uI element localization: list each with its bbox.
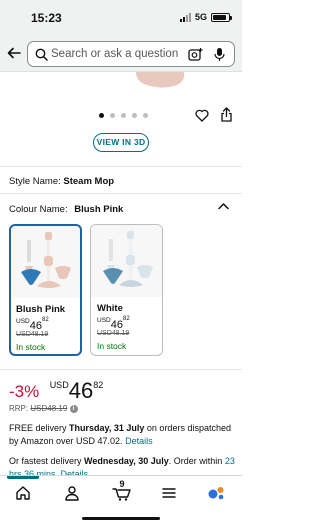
share-icon[interactable] (220, 107, 233, 122)
free-delivery-details-link[interactable]: Details (125, 436, 153, 446)
view-in-3d-button[interactable]: VIEW IN 3D (93, 133, 149, 152)
search-input[interactable]: Search or ask a question (27, 41, 235, 67)
fastest-delivery-date: Wednesday, 30 July (84, 456, 169, 466)
search-icon (35, 48, 48, 61)
swatch-name: Blush Pink (16, 304, 66, 315)
cart-icon[interactable] (112, 485, 132, 501)
style-name-row: Style Name: Steam Mop (9, 176, 114, 187)
swatch-white[interactable]: White USD4682 USD48.19 In stock (90, 224, 163, 356)
camera-search-icon[interactable] (188, 47, 203, 62)
style-label: Style Name: (9, 176, 61, 187)
swatch-was-price: USD48.19 (97, 330, 130, 337)
rrp-value: USD48.19 (30, 404, 68, 413)
colour-value: Blush Pink (74, 204, 124, 215)
carousel-dots (99, 113, 148, 118)
swatch-blush-pink[interactable]: Blush Pink USD4682 USD48.19 In stock (9, 224, 82, 356)
main-price: -3% USD4682 (9, 378, 103, 404)
swatch-name: White (97, 303, 123, 314)
bottom-nav: 9 (0, 475, 242, 509)
home-icon[interactable] (15, 485, 31, 501)
account-icon[interactable] (64, 485, 80, 501)
status-bar: 15:23 5G (0, 0, 242, 36)
menu-icon[interactable] (161, 485, 177, 501)
swatch-stock-status: In stock (16, 342, 46, 352)
swatch-stock-status: In stock (97, 341, 127, 351)
search-header: Search or ask a question (0, 36, 242, 72)
search-placeholder: Search or ask a question (51, 48, 179, 60)
battery-icon (211, 12, 232, 22)
status-indicators: 5G (179, 12, 232, 22)
network-label: 5G (194, 12, 207, 22)
divider (0, 166, 242, 167)
nav-active-indicator (7, 476, 39, 479)
home-indicator (82, 517, 160, 520)
price-currency: USD (49, 380, 69, 390)
carousel-dot[interactable] (99, 113, 104, 118)
carousel-dot[interactable] (132, 113, 137, 118)
colour-label: Colour Name: (9, 204, 68, 215)
carousel-dot[interactable] (121, 113, 126, 118)
carousel-dot[interactable] (143, 113, 148, 118)
colour-name-row[interactable]: Colour Name: Blush Pink (9, 204, 123, 215)
heart-icon[interactable] (195, 109, 209, 122)
style-value: Steam Mop (63, 176, 115, 187)
carousel-dot[interactable] (110, 113, 115, 118)
chevron-up-icon[interactable] (218, 202, 229, 210)
rrp-row: RRP: USD48.19 i (9, 404, 78, 413)
free-delivery-message: FREE delivery Thursday, 31 July on order… (9, 423, 231, 446)
status-time: 15:23 (31, 11, 62, 25)
divider (0, 369, 242, 370)
rrp-label: RRP: (9, 404, 29, 413)
rufus-assistant-icon[interactable] (207, 485, 225, 501)
swatch-image (91, 225, 162, 297)
battery-level (213, 14, 226, 20)
info-icon[interactable]: i (69, 404, 78, 413)
back-arrow-icon[interactable] (6, 45, 22, 61)
free-delivery-date: Thursday, 31 July (69, 423, 145, 433)
divider (0, 193, 242, 194)
product-image[interactable] (130, 72, 190, 90)
swatch-image (11, 226, 80, 298)
swatch-was-price: USD48.19 (16, 331, 49, 338)
price-whole: 46 (68, 378, 94, 403)
microphone-icon[interactable] (214, 47, 225, 62)
signal-icon (179, 12, 191, 22)
discount-percent: -3% (9, 382, 40, 401)
price-fraction: 82 (93, 380, 104, 390)
